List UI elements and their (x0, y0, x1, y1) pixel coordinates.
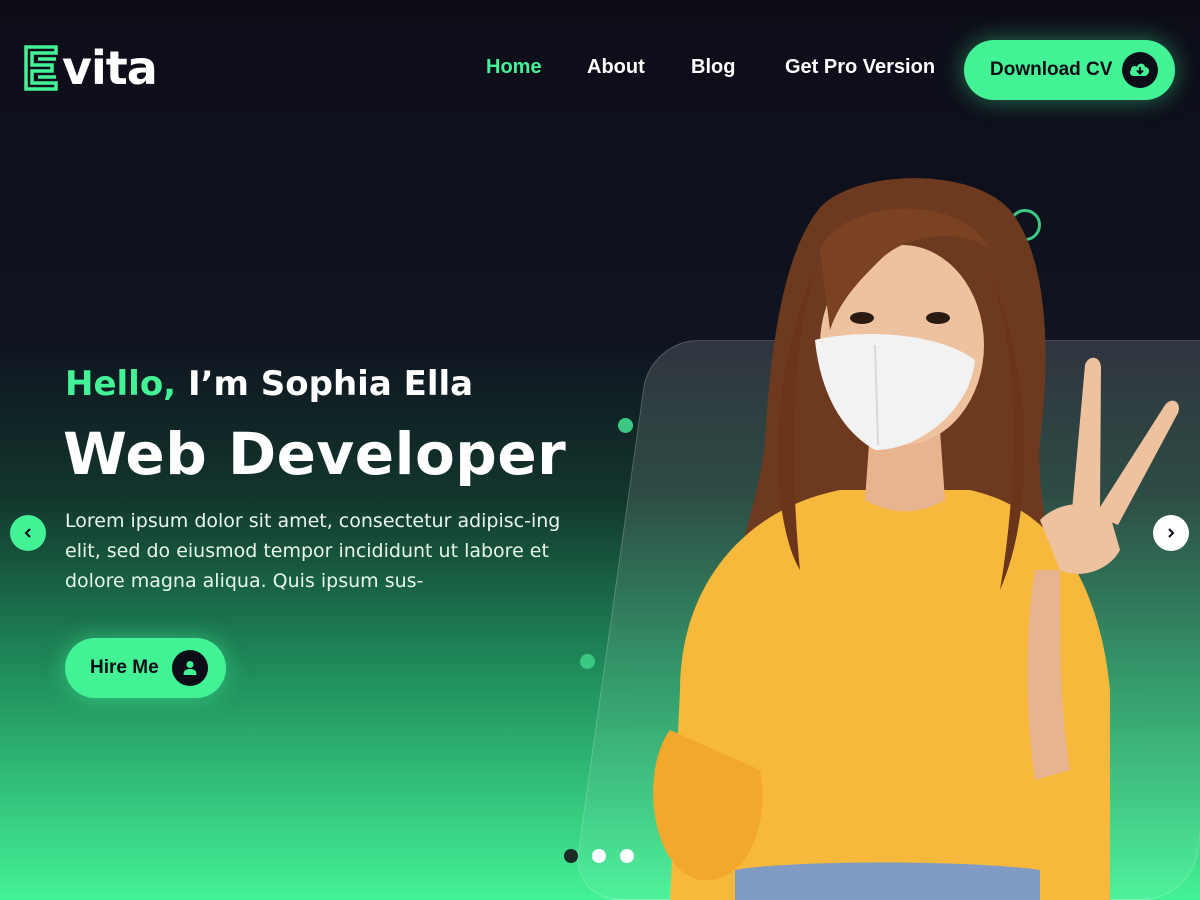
hero-person-image (653, 178, 1179, 900)
hero-greeting: Hello, I’m Sophia Ella (65, 364, 473, 404)
hero-description: Lorem ipsum dolor sit amet, consectetur … (65, 510, 561, 592)
download-cv-label: Download CV (990, 59, 1113, 80)
site-header: vita Home About Blog Get Pro Version Dow… (0, 0, 1200, 140)
chevron-left-icon (24, 528, 31, 538)
nav-about[interactable]: About (587, 56, 645, 79)
cloud-download-icon (1122, 52, 1158, 88)
nav-get-pro-version[interactable]: Get Pro Version (785, 56, 935, 79)
greeting-highlight: Hello, (65, 364, 177, 404)
pager-dot-2[interactable] (592, 849, 606, 863)
dot-decoration (580, 654, 595, 669)
chevron-right-icon (1168, 528, 1175, 538)
hire-me-label: Hire Me (90, 657, 159, 678)
hero-role-title: Web Developer (63, 420, 567, 488)
download-cv-button[interactable]: Download CV (964, 40, 1175, 100)
pager-dot-3[interactable] (620, 849, 634, 863)
logo-e-mark (24, 45, 58, 91)
greeting-name: I’m Sophia Ella (176, 364, 474, 404)
slider-pagination (564, 849, 634, 863)
slider-prev-button[interactable] (10, 515, 46, 551)
nav-home[interactable]: Home (486, 56, 542, 79)
dot-decoration (618, 418, 633, 433)
nav-blog[interactable]: Blog (691, 56, 735, 79)
user-icon (172, 650, 208, 686)
site-logo[interactable]: vita (24, 40, 158, 96)
hire-me-button[interactable]: Hire Me (65, 638, 226, 698)
logo-text: vita (62, 41, 158, 95)
pager-dot-1[interactable] (564, 849, 578, 863)
slider-next-button[interactable] (1153, 515, 1189, 551)
